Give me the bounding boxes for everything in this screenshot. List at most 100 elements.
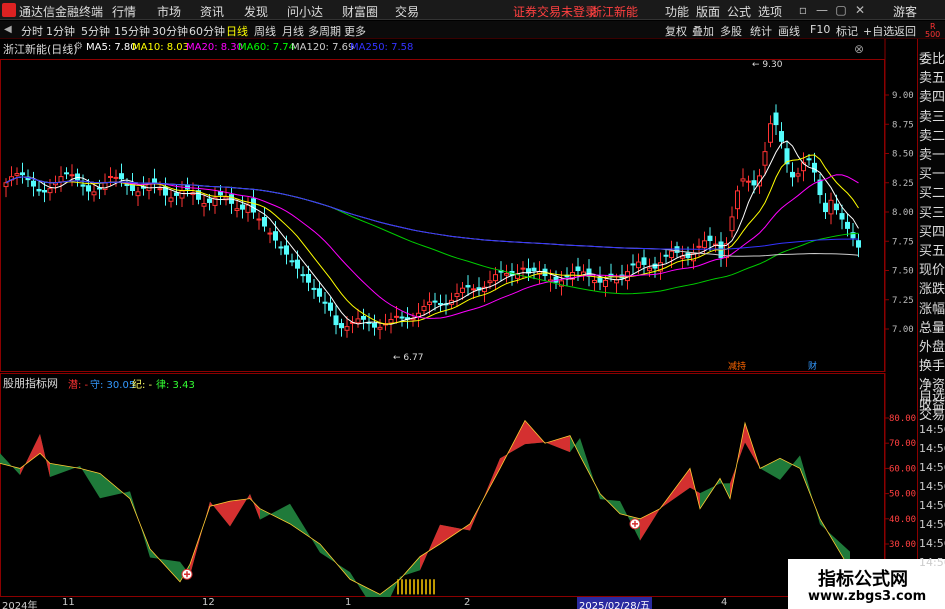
menu-item-wealth[interactable]: 财富圈 — [342, 3, 378, 20]
multi-stock-button[interactable]: 多股 — [720, 23, 742, 39]
tab-daily[interactable]: 日线 — [226, 23, 248, 39]
tab-15min[interactable]: 15分钟 — [114, 23, 150, 39]
tab-30min[interactable]: 30分钟 — [152, 23, 188, 39]
candle-body — [630, 263, 636, 266]
tab-5min[interactable]: 5分钟 — [81, 23, 110, 39]
candle-body — [790, 171, 795, 178]
add-watchlist-button[interactable]: +自选 — [863, 23, 894, 39]
menu-options[interactable]: 选项 — [758, 3, 782, 20]
candle-body — [75, 173, 80, 181]
candle-body — [707, 235, 713, 242]
candle-body — [355, 318, 361, 324]
indicator-legend-qian: 潜: - — [68, 380, 89, 391]
tab-more[interactable]: 更多 — [344, 23, 366, 39]
draw-button[interactable]: 画线 — [778, 23, 800, 39]
candle-body — [421, 305, 427, 311]
tab-weekly[interactable]: 周线 — [254, 23, 276, 39]
candle-body — [311, 287, 317, 290]
menu-layout[interactable]: 版面 — [696, 3, 720, 20]
collapse-icon[interactable]: ⊗ — [854, 42, 864, 56]
candle-body — [592, 279, 597, 284]
candle-body — [520, 267, 526, 270]
indicator-red-band — [20, 434, 50, 478]
candle-body — [669, 250, 674, 259]
back-arrow-icon[interactable]: ◀ — [4, 24, 14, 36]
tab-intraday[interactable]: 分时 — [21, 23, 43, 39]
minimize-icon[interactable]: — — [814, 2, 830, 18]
return-button[interactable]: 返回 — [894, 23, 916, 39]
app-title: 通达信金融终端 — [19, 5, 104, 19]
stats-button[interactable]: 统计 — [750, 23, 772, 39]
tab-60min[interactable]: 60分钟 — [189, 23, 225, 39]
menu-item-market[interactable]: 行情 — [112, 3, 136, 20]
candle-body — [432, 300, 438, 303]
watermark-url: www.zbgs3.com — [808, 589, 927, 604]
event-marker: 减持 — [728, 360, 746, 372]
candle-body — [388, 319, 394, 324]
candle-body — [20, 172, 25, 176]
y-tick-label: 8.75 — [892, 120, 914, 130]
maximize-icon[interactable]: ▢ — [833, 2, 849, 18]
candle-body — [185, 184, 190, 190]
tab-monthly[interactable]: 月线 — [282, 23, 304, 39]
candle-body — [531, 267, 537, 272]
menu-item-news[interactable]: 资讯 — [200, 3, 224, 20]
candle-body — [839, 213, 845, 220]
candle-body — [31, 180, 36, 187]
indicator-red-band — [640, 468, 700, 541]
candle-body — [174, 192, 179, 196]
candle-body — [762, 151, 768, 166]
settings-icon[interactable]: ⚙ — [74, 41, 83, 52]
panel-tab[interactable]: 交易 — [919, 404, 945, 423]
candle-body — [828, 199, 834, 215]
kline-chart[interactable]: 9.00 8.75 8.50 8.25 8.00 7.75 7.50 7.25 7.00 ← 9.… — [0, 39, 914, 372]
candle-body — [262, 216, 267, 227]
quote-field-label: 换手 — [919, 359, 945, 375]
candle-body — [438, 303, 443, 306]
menu-item-exchange[interactable]: 市场 — [157, 3, 181, 20]
close-icon[interactable]: ✕ — [852, 2, 868, 18]
quote-field-label: 卖二 — [919, 128, 945, 144]
quote-field-label: 总量 — [919, 320, 945, 336]
candle-body — [267, 232, 273, 235]
high-price-label: ← 9.30 — [752, 60, 783, 70]
candle-body — [427, 301, 432, 306]
menu-item-discover[interactable]: 发现 — [244, 3, 268, 20]
indicator-svg: 80.0070.0060.0050.0040.0030.0020.0010.00 — [0, 373, 916, 597]
candle-body — [647, 267, 652, 272]
candle-body — [97, 187, 102, 190]
ma5-line — [5, 140, 859, 325]
login-warning[interactable]: 证券交易未登录 — [513, 3, 597, 20]
menu-function[interactable]: 功能 — [665, 3, 689, 20]
candle-body — [245, 204, 251, 213]
overlay-button[interactable]: 叠加 — [692, 23, 714, 39]
adjust-button[interactable]: 复权 — [665, 23, 687, 39]
candle-body — [685, 252, 691, 259]
date-label: 1 — [345, 597, 352, 608]
candle-body — [113, 176, 119, 179]
candle-body — [295, 259, 300, 269]
menu-item-assistant[interactable]: 问小达 — [287, 3, 323, 20]
quote-field-label: 买一 — [919, 167, 945, 183]
candle-body — [3, 182, 9, 188]
mark-button[interactable]: 标记 — [836, 23, 858, 39]
tab-1min[interactable]: 1分钟 — [46, 23, 75, 39]
candle-body — [361, 315, 366, 320]
candle-body — [135, 191, 141, 197]
menu-formula[interactable]: 公式 — [727, 3, 751, 20]
menu-item-trade[interactable]: 交易 — [395, 3, 419, 20]
restore-icon[interactable]: ▫ — [795, 2, 811, 18]
candle-body — [207, 198, 212, 203]
panel-tab[interactable]: 自选 — [919, 385, 945, 404]
candle-body — [454, 293, 460, 298]
indicator-legend-ji: 纪: - — [132, 380, 153, 391]
candle-body — [394, 315, 399, 318]
f10-button[interactable]: F10 — [810, 23, 830, 36]
tab-multi-period[interactable]: 多周期 — [308, 23, 341, 39]
candle-body — [289, 260, 295, 263]
user-label[interactable]: 游客 — [893, 3, 917, 20]
candle-body — [493, 274, 498, 282]
y-tick-label: 7.25 — [892, 296, 914, 306]
candle-body — [377, 326, 383, 330]
indicator-chart[interactable]: 80.0070.0060.0050.0040.0030.0020.0010.00 — [0, 373, 916, 597]
